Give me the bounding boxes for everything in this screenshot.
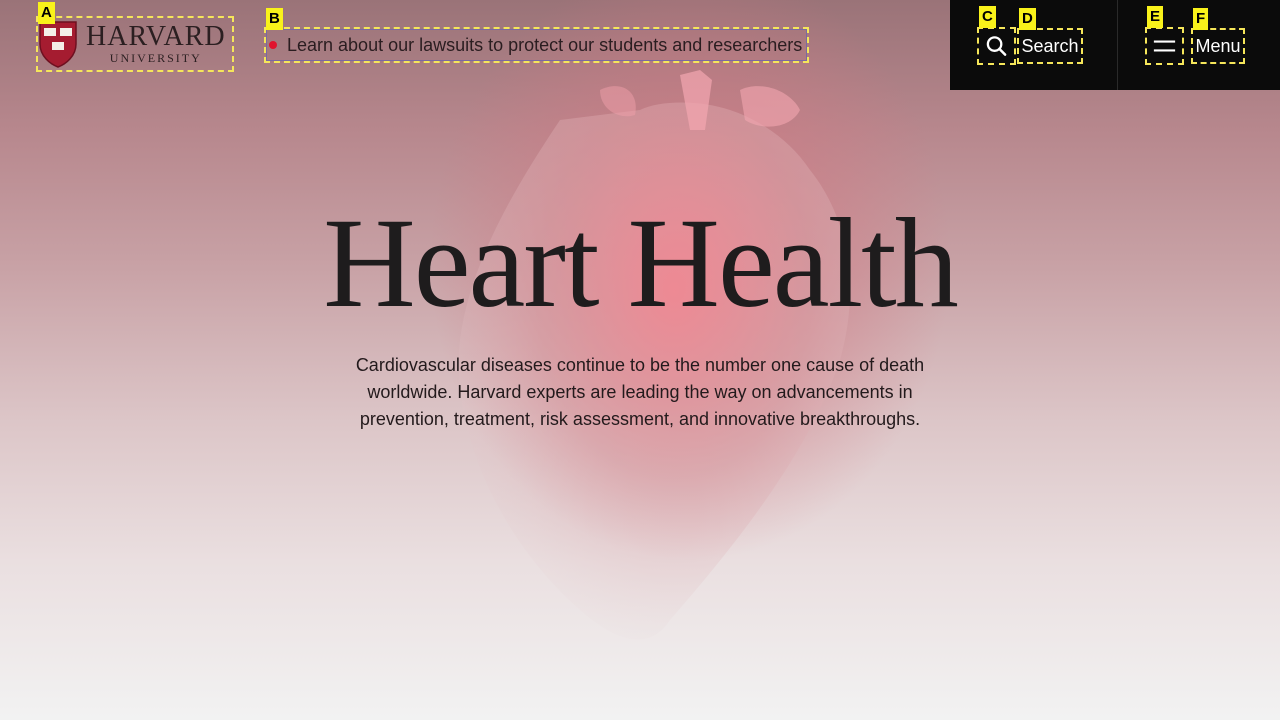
menu-label-button[interactable]: Menu <box>1191 28 1245 64</box>
harvard-logo[interactable]: HARVARD UNIVERSITY <box>36 16 234 72</box>
search-label-button[interactable]: Search <box>1017 28 1083 64</box>
logo-subtitle: UNIVERSITY <box>109 51 202 65</box>
harvard-shield-icon <box>39 21 77 68</box>
marker-a: A <box>38 2 55 24</box>
page-title: Heart Health <box>323 192 958 334</box>
menu-button[interactable] <box>1145 27 1184 65</box>
lawsuit-alert-link[interactable]: Learn about our lawsuits to protect our … <box>263 27 810 63</box>
marker-d: D <box>1019 8 1036 30</box>
hero-description: Cardiovascular diseases continue to be t… <box>355 355 925 429</box>
alert-dot-icon <box>269 41 277 49</box>
marker-b: B <box>266 8 283 30</box>
search-icon <box>986 36 1007 56</box>
marker-f: F <box>1193 8 1209 30</box>
marker-c: C <box>979 6 996 28</box>
search-button[interactable] <box>977 27 1016 65</box>
alert-link-text: Learn about our lawsuits to protect our … <box>287 34 803 55</box>
hamburger-icon <box>1153 40 1176 52</box>
nav-divider <box>1117 0 1118 90</box>
logo-wordmark: HARVARD <box>86 21 226 52</box>
marker-e: E <box>1147 6 1164 28</box>
